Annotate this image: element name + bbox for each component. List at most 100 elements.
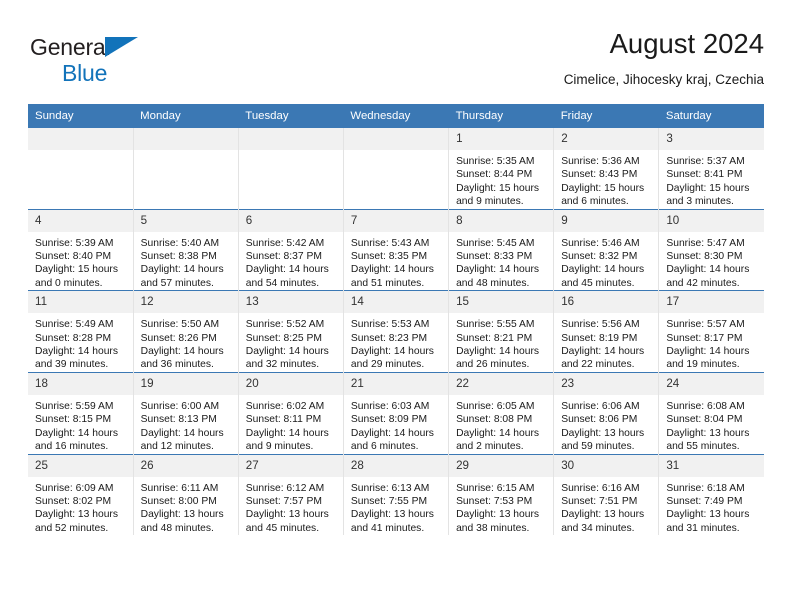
- daylight-text-line2: and 52 minutes.: [35, 522, 109, 534]
- calendar-day-cell[interactable]: 15 Sunrise: 5:55 AM Sunset: 8:21 PM Dayligh…: [448, 290, 555, 373]
- day-number: 16: [554, 291, 659, 314]
- sunset-text: Sunset: 8:37 PM: [245, 251, 322, 263]
- location-subtitle: Cimelice, Jihocesky kraj, Czechia: [563, 72, 764, 87]
- calendar-day-cell[interactable]: 18 Sunrise: 5:59 AM Sunset: 8:15 PM Dayligh…: [28, 371, 134, 454]
- calendar-day-cell[interactable]: 19 Sunrise: 6:00 AM Sunset: 8:13 PM Dayligh…: [133, 371, 239, 454]
- calendar-day-cell[interactable]: 28 Sunrise: 6:13 AM Sunset: 7:55 PM Dayligh…: [343, 453, 450, 536]
- calendar-day-cell[interactable]: 9 Sunrise: 5:46 AM Sunset: 8:32 PM Daylight…: [553, 208, 660, 291]
- calendar-day-cell[interactable]: 31 Sunrise: 6:18 AM Sunset: 7:49 PM Dayligh…: [658, 453, 764, 536]
- calendar-day-cell[interactable]: 24 Sunrise: 6:08 AM Sunset: 8:04 PM Dayligh…: [658, 371, 764, 454]
- sunrise-text: Sunrise: 6:05 AM: [456, 400, 535, 412]
- sunrise-text: Sunrise: 5:47 AM: [666, 237, 745, 249]
- day-details: Sunrise: 5:52 AM Sunset: 8:25 PM Daylight:…: [239, 313, 343, 372]
- sunset-text: Sunset: 8:26 PM: [140, 332, 217, 344]
- day-details: Sunrise: 5:56 AM Sunset: 8:19 PM Daylight:…: [554, 313, 658, 372]
- daylight-text-line2: and 22 minutes.: [561, 359, 635, 371]
- day-number: 2: [554, 128, 659, 150]
- calendar-day-cell[interactable]: 16 Sunrise: 5:56 AM Sunset: 8:19 PM Dayligh…: [553, 290, 660, 373]
- sunset-text: Sunset: 8:00 PM: [140, 495, 217, 507]
- calendar-day-cell[interactable]: 5 Sunrise: 5:40 AM Sunset: 8:38 PM Daylight…: [133, 208, 239, 291]
- day-details: Sunrise: 5:49 AM Sunset: 8:28 PM Daylight:…: [28, 313, 133, 372]
- sunset-text: Sunset: 8:04 PM: [666, 414, 743, 426]
- sunset-text: Sunset: 8:11 PM: [245, 414, 322, 426]
- daylight-text-line2: and 48 minutes.: [140, 522, 214, 534]
- daylight-text-line1: Daylight: 14 hours: [456, 264, 540, 276]
- day-details: Sunrise: 6:03 AM Sunset: 8:09 PM Daylight:…: [344, 395, 448, 454]
- day-number: 29: [449, 454, 554, 477]
- day-details: Sunrise: 6:06 AM Sunset: 8:06 PM Daylight:…: [554, 395, 658, 454]
- daylight-text-line2: and 48 minutes.: [456, 277, 530, 289]
- sunrise-text: Sunrise: 5:56 AM: [561, 319, 640, 331]
- calendar-day-cell[interactable]: 4 Sunrise: 5:39 AM Sunset: 8:40 PM Daylight…: [28, 208, 134, 291]
- day-details: Sunrise: 6:15 AM Sunset: 7:53 PM Daylight:…: [449, 477, 553, 536]
- calendar-page: General Blue August 2024 Cimelice, Jihoc…: [0, 0, 792, 612]
- calendar-day-cell[interactable]: 10 Sunrise: 5:47 AM Sunset: 8:30 PM Dayligh…: [658, 208, 764, 291]
- day-details: Sunrise: 5:43 AM Sunset: 8:35 PM Daylight:…: [344, 232, 448, 291]
- sunset-text: Sunset: 7:53 PM: [456, 495, 533, 507]
- daylight-text-line1: Daylight: 13 hours: [140, 509, 224, 521]
- daylight-text-line1: Daylight: 14 hours: [245, 346, 329, 358]
- calendar-day-cell[interactable]: 26 Sunrise: 6:11 AM Sunset: 8:00 PM Dayligh…: [133, 453, 239, 536]
- sunrise-text: Sunrise: 5:53 AM: [350, 319, 430, 331]
- calendar-body: 1 Sunrise: 5:35 AM Sunset: 8:44 PM Daylight…: [28, 128, 764, 536]
- calendar-day-cell[interactable]: 6 Sunrise: 5:42 AM Sunset: 8:37 PM Daylight…: [238, 208, 344, 291]
- calendar-day-cell[interactable]: 8 Sunrise: 5:45 AM Sunset: 8:33 PM Daylight…: [448, 208, 555, 291]
- day-number: 1: [449, 128, 554, 150]
- day-number: [343, 128, 449, 150]
- daylight-text-line1: Daylight: 14 hours: [140, 427, 224, 439]
- sunset-text: Sunset: 8:28 PM: [35, 332, 112, 344]
- calendar-day-cell[interactable]: 25 Sunrise: 6:09 AM Sunset: 8:02 PM Dayligh…: [28, 453, 134, 536]
- sunrise-text: Sunrise: 5:42 AM: [245, 237, 325, 249]
- daylight-text-line1: Daylight: 13 hours: [561, 509, 645, 521]
- daylight-text-line2: and 6 minutes.: [350, 441, 419, 453]
- day-number: 24: [659, 372, 764, 395]
- sunset-text: Sunset: 8:40 PM: [35, 251, 112, 263]
- calendar-day-cell[interactable]: 12 Sunrise: 5:50 AM Sunset: 8:26 PM Dayligh…: [133, 290, 239, 373]
- daylight-text-line2: and 41 minutes.: [350, 522, 425, 534]
- sunrise-text: Sunrise: 5:37 AM: [666, 156, 745, 167]
- calendar-day-cell[interactable]: 2 Sunrise: 5:36 AM Sunset: 8:43 PM Daylight…: [553, 128, 660, 210]
- sunrise-text: Sunrise: 6:08 AM: [666, 400, 745, 412]
- day-details: Sunrise: 5:50 AM Sunset: 8:26 PM Daylight:…: [134, 313, 238, 372]
- day-number: 30: [554, 454, 659, 477]
- daylight-text-line2: and 36 minutes.: [140, 359, 214, 371]
- calendar-day-cell[interactable]: 1 Sunrise: 5:35 AM Sunset: 8:44 PM Daylight…: [448, 128, 555, 210]
- daylight-text-line1: Daylight: 15 hours: [35, 264, 118, 276]
- calendar-day-cell[interactable]: 14 Sunrise: 5:53 AM Sunset: 8:23 PM Dayligh…: [343, 290, 450, 373]
- sunrise-text: Sunrise: 5:57 AM: [666, 319, 745, 331]
- sunrise-text: Sunrise: 6:12 AM: [245, 482, 325, 494]
- sunset-text: Sunset: 7:57 PM: [245, 495, 322, 507]
- daylight-text-line1: Daylight: 14 hours: [140, 346, 224, 358]
- calendar-day-cell[interactable]: 3 Sunrise: 5:37 AM Sunset: 8:41 PM Daylight…: [658, 128, 764, 210]
- daylight-text-line2: and 0 minutes.: [35, 277, 103, 289]
- day-number: 22: [449, 372, 554, 395]
- calendar-day-cell[interactable]: 23 Sunrise: 6:06 AM Sunset: 8:06 PM Dayligh…: [553, 371, 660, 454]
- daylight-text-line2: and 59 minutes.: [561, 441, 635, 453]
- calendar-day-cell[interactable]: 21 Sunrise: 6:03 AM Sunset: 8:09 PM Dayligh…: [343, 371, 450, 454]
- calendar-day-cell[interactable]: 27 Sunrise: 6:12 AM Sunset: 7:57 PM Dayligh…: [238, 453, 344, 536]
- sunrise-text: Sunrise: 5:45 AM: [456, 237, 535, 249]
- general-blue-logo[interactable]: General Blue: [30, 36, 250, 92]
- calendar-day-cell[interactable]: 11 Sunrise: 5:49 AM Sunset: 8:28 PM Dayligh…: [28, 290, 134, 373]
- calendar-day-cell[interactable]: 20 Sunrise: 6:02 AM Sunset: 8:11 PM Dayligh…: [238, 371, 344, 454]
- title-block: August 2024 Cimelice, Jihocesky kraj, Cz…: [564, 26, 764, 90]
- daylight-text-line2: and 12 minutes.: [140, 441, 214, 453]
- daylight-text-line1: Daylight: 14 hours: [666, 264, 750, 276]
- calendar-header-row: Sunday Monday Tuesday Wednesday Thursday…: [28, 104, 764, 128]
- daylight-text-line2: and 45 minutes.: [561, 277, 635, 289]
- calendar-day-cell[interactable]: 29 Sunrise: 6:15 AM Sunset: 7:53 PM Dayligh…: [448, 453, 555, 536]
- calendar-day-cell[interactable]: 22 Sunrise: 6:05 AM Sunset: 8:08 PM Dayligh…: [448, 371, 555, 454]
- calendar-day-cell-empty: [28, 128, 134, 210]
- calendar-day-cell[interactable]: 13 Sunrise: 5:52 AM Sunset: 8:25 PM Dayligh…: [238, 290, 344, 373]
- sunrise-text: Sunrise: 5:46 AM: [561, 237, 640, 249]
- calendar-day-cell[interactable]: 7 Sunrise: 5:43 AM Sunset: 8:35 PM Daylight…: [343, 208, 450, 291]
- day-number: 9: [554, 209, 659, 232]
- calendar-day-cell[interactable]: 17 Sunrise: 5:57 AM Sunset: 8:17 PM Dayligh…: [658, 290, 764, 373]
- calendar-day-cell[interactable]: 30 Sunrise: 6:16 AM Sunset: 7:51 PM Dayligh…: [553, 453, 660, 536]
- day-number: 7: [343, 209, 449, 232]
- daylight-text-line2: and 26 minutes.: [456, 359, 530, 371]
- weekday-header-saturday: Saturday: [658, 104, 764, 128]
- sunset-text: Sunset: 8:19 PM: [561, 332, 638, 344]
- day-number: 18: [28, 372, 133, 395]
- day-details: Sunrise: 5:36 AM Sunset: 8:43 PM Daylight:…: [554, 150, 658, 209]
